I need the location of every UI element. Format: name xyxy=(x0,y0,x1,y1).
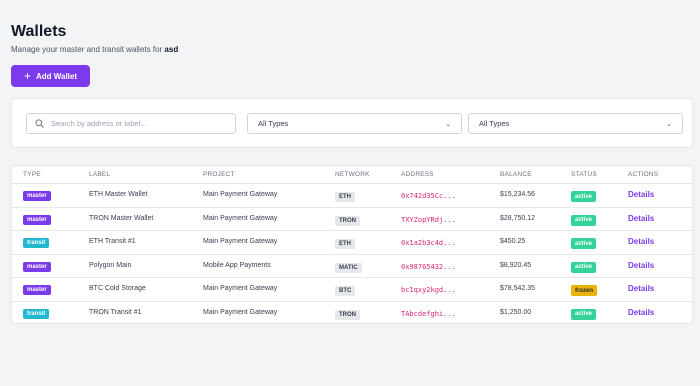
wallet-type-badge: master xyxy=(23,214,51,225)
details-link[interactable]: Details xyxy=(628,214,654,223)
details-link[interactable]: Details xyxy=(628,190,654,199)
table-header: TYPE LABEL PROJECT NETWORK ADDRESS BALAN… xyxy=(12,166,692,184)
column-header-label: LABEL xyxy=(89,171,111,178)
wallet-project: Main Payment Gateway xyxy=(203,308,278,316)
wallet-label: BTC Cold Storage xyxy=(89,285,146,292)
wallet-address: 0x98765432... xyxy=(401,262,456,271)
wallet-balance: $15,234.56 xyxy=(500,191,536,198)
wallet-label: TRON Master Wallet xyxy=(89,214,154,222)
table-row: master ETH Master Wallet Main Payment Gate… xyxy=(12,184,692,208)
wallets-page: Wallets Manage your master and transit w… xyxy=(0,0,700,386)
chevron-down-icon: ⌄ xyxy=(445,120,451,128)
subtitle-org-name: asd xyxy=(164,45,179,54)
wallet-project: Mobile App Payments xyxy=(203,261,271,269)
column-header-status: STATUS xyxy=(571,171,597,178)
network-badge: MATIC xyxy=(335,262,362,273)
wallet-project: Main Payment Gateway xyxy=(203,238,278,245)
page-title: Wallets xyxy=(11,23,67,40)
wallet-type-badge: master xyxy=(23,191,51,201)
details-link[interactable]: Details xyxy=(628,284,654,293)
network-badge: ETH xyxy=(335,239,355,249)
wallets-table: TYPE LABEL PROJECT NETWORK ADDRESS BALAN… xyxy=(11,165,693,324)
wallet-label: ETH Transit #1 xyxy=(89,238,136,245)
details-link[interactable]: Details xyxy=(628,237,654,246)
column-header-project: PROJECT xyxy=(203,171,235,178)
wallet-type-badge: master xyxy=(23,261,51,272)
wallet-balance: $1,250.00 xyxy=(500,308,532,316)
table-row: master BTC Cold Storage Main Payment Gatew… xyxy=(12,278,692,302)
column-header-address: ADDRESS xyxy=(401,171,434,178)
wallet-balance: $450.25 xyxy=(500,238,526,245)
wallet-project: Main Payment Gateway xyxy=(203,214,278,222)
network-badge: BTC xyxy=(335,286,356,296)
page-subtitle: Manage your master and transit wallets f… xyxy=(11,45,178,54)
filter-panel: All Types ⌄ All Types ⌄ xyxy=(11,98,693,148)
details-link[interactable]: Details xyxy=(628,261,654,270)
plus-icon: + xyxy=(23,68,31,83)
status-badge: active xyxy=(571,308,597,320)
wallet-address: bc1qxy2kgd... xyxy=(401,286,456,294)
wallet-balance: $8,920.45 xyxy=(500,261,532,269)
type-filter-value: All Types xyxy=(258,119,289,128)
column-header-type: TYPE xyxy=(23,171,41,178)
network-badge: TRON xyxy=(335,309,360,320)
wallet-address: 0x742d35Cc... xyxy=(401,192,456,200)
wallet-type-badge: transit xyxy=(23,238,50,248)
add-wallet-label: Add Wallet xyxy=(35,71,78,81)
status-badge: active xyxy=(571,238,597,249)
wallet-address: TAbcdefghi... xyxy=(401,309,456,318)
wallet-type-badge: transit xyxy=(23,308,50,319)
wallet-balance: $78,542.35 xyxy=(500,285,536,292)
table-row: transit ETH Transit #1 Main Payment Gatewa… xyxy=(12,231,692,255)
search-icon xyxy=(35,119,44,128)
network-badge: ETH xyxy=(335,192,355,202)
wallet-address: 0x1a2b3c4d... xyxy=(401,239,456,247)
wallet-balance: $28,750.12 xyxy=(500,214,536,222)
details-link[interactable]: Details xyxy=(628,308,654,317)
wallet-project: Main Payment Gateway xyxy=(203,285,278,292)
table-row: master Polygon Main Mobile App Payments MAT… xyxy=(12,255,692,278)
search-box[interactable] xyxy=(26,113,236,134)
wallet-label: TRON Transit #1 xyxy=(89,308,142,316)
table-row: master TRON Master Wallet Main Payment Gat… xyxy=(12,208,692,231)
search-input[interactable] xyxy=(51,119,221,128)
status-badge: active xyxy=(571,191,597,202)
type-filter-select[interactable]: All Types ⌄ xyxy=(247,113,462,134)
status-badge: active xyxy=(571,261,597,273)
wallet-label: Polygon Main xyxy=(89,261,132,269)
column-header-balance: BALANCE xyxy=(500,171,532,178)
network-filter-select[interactable]: All Types ⌄ xyxy=(468,113,683,134)
network-filter-value: All Types xyxy=(479,119,510,128)
column-header-actions: ACTIONS xyxy=(628,171,659,178)
wallet-project: Main Payment Gateway xyxy=(203,191,278,198)
wallet-type-badge: master xyxy=(23,285,51,295)
subtitle-text: Manage your master and transit wallets f… xyxy=(11,45,163,54)
add-wallet-button[interactable]: + Add Wallet xyxy=(11,65,90,87)
network-badge: TRON xyxy=(335,215,360,226)
column-header-network: NETWORK xyxy=(335,171,370,178)
chevron-down-icon: ⌄ xyxy=(666,120,672,128)
status-badge: frozen xyxy=(571,285,597,296)
wallet-address: TXYZopYRdj... xyxy=(401,215,456,224)
status-badge: active xyxy=(571,214,597,226)
table-row: transit TRON Transit #1 Main Payment Gatew… xyxy=(12,302,692,324)
wallet-label: ETH Master Wallet xyxy=(89,191,148,198)
